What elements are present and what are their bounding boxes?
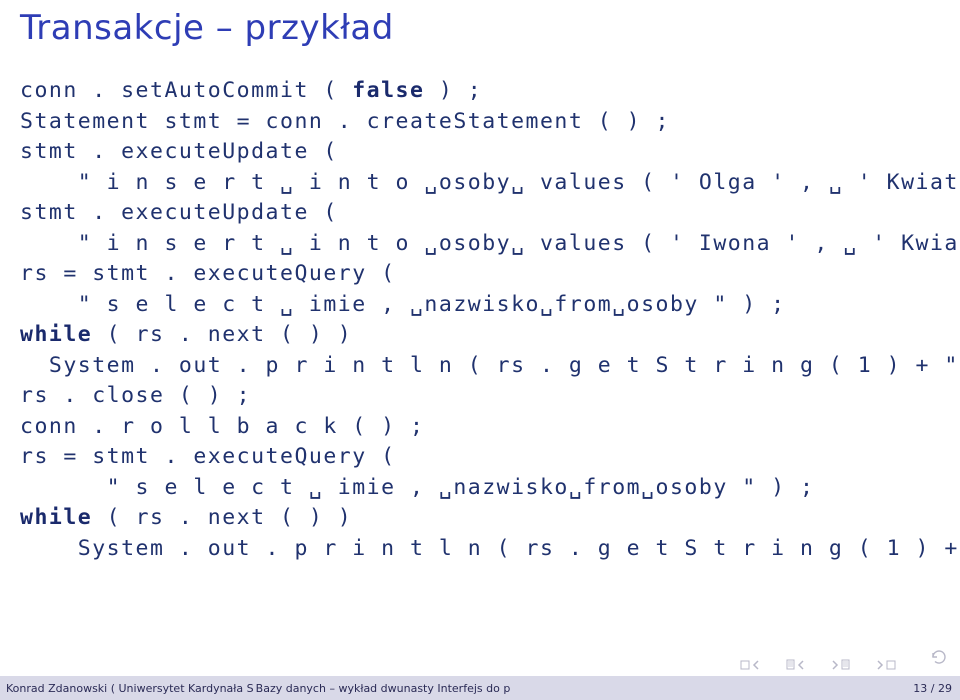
chevron-left-icon (797, 660, 805, 670)
page-title: Transakcje – przykład (20, 8, 940, 48)
page-icon (841, 659, 850, 670)
code-line: System . out . p r i n t l n ( rs . g e … (20, 353, 960, 378)
footer-author: Konrad Zdanowski ( Uniwersytet Kardynała… (4, 682, 254, 695)
code-line: " i n s e r t ␣ i n t o ␣osoby␣ values (… (20, 170, 960, 195)
code-line: rs . close ( ) ; (20, 383, 251, 408)
chevron-left-icon (752, 660, 760, 670)
nav-last-group[interactable] (876, 660, 896, 670)
code-line: conn . r o l l b a c k ( ) ; (20, 414, 424, 439)
code-line: " s e l e c t ␣ imie , ␣nazwisko␣from␣os… (20, 475, 814, 500)
code-line: conn . setAutoCommit ( (20, 78, 352, 103)
refresh-icon[interactable] (930, 648, 948, 670)
code-line: stmt . executeUpdate ( (20, 200, 338, 225)
footer-page: 13 / 29 (913, 682, 956, 695)
nav-prev-group[interactable] (786, 659, 805, 670)
square-icon (740, 660, 750, 670)
slide: Transakcje – przykład conn . setAutoComm… (0, 0, 960, 700)
nav-first-group[interactable] (740, 660, 760, 670)
nav-icons (740, 659, 896, 670)
code-text: ( rs . next ( ) ) (92, 505, 352, 530)
chevron-right-icon (876, 660, 884, 670)
code-line: Statement stmt = conn . createStatement … (20, 109, 670, 134)
code-block: conn . setAutoCommit ( false ) ; Stateme… (20, 76, 940, 564)
keyword-while: while (20, 505, 92, 530)
chevron-right-icon (831, 660, 839, 670)
page-icon (786, 659, 795, 670)
code-text: ) ; (424, 78, 482, 103)
square-icon (886, 660, 896, 670)
code-text: ( rs . next ( ) ) (92, 322, 352, 347)
keyword-while: while (20, 322, 92, 347)
code-line: " s e l e c t ␣ imie , ␣nazwisko␣from␣os… (20, 292, 786, 317)
code-line: rs = stmt . executeQuery ( (20, 261, 396, 286)
footer: Konrad Zdanowski ( Uniwersytet Kardynała… (0, 676, 960, 700)
code-line: stmt . executeUpdate ( (20, 139, 338, 164)
code-line: " i n s e r t ␣ i n t o ␣osoby␣ values (… (20, 231, 960, 256)
footer-title: Bazy danych – wykład dwunasty Interfejs … (254, 682, 914, 695)
code-line: rs = stmt . executeQuery ( (20, 444, 396, 469)
code-line: System . out . p r i n t l n ( rs . g e … (20, 536, 960, 561)
keyword-false: false (352, 78, 424, 103)
nav-next-group[interactable] (831, 659, 850, 670)
